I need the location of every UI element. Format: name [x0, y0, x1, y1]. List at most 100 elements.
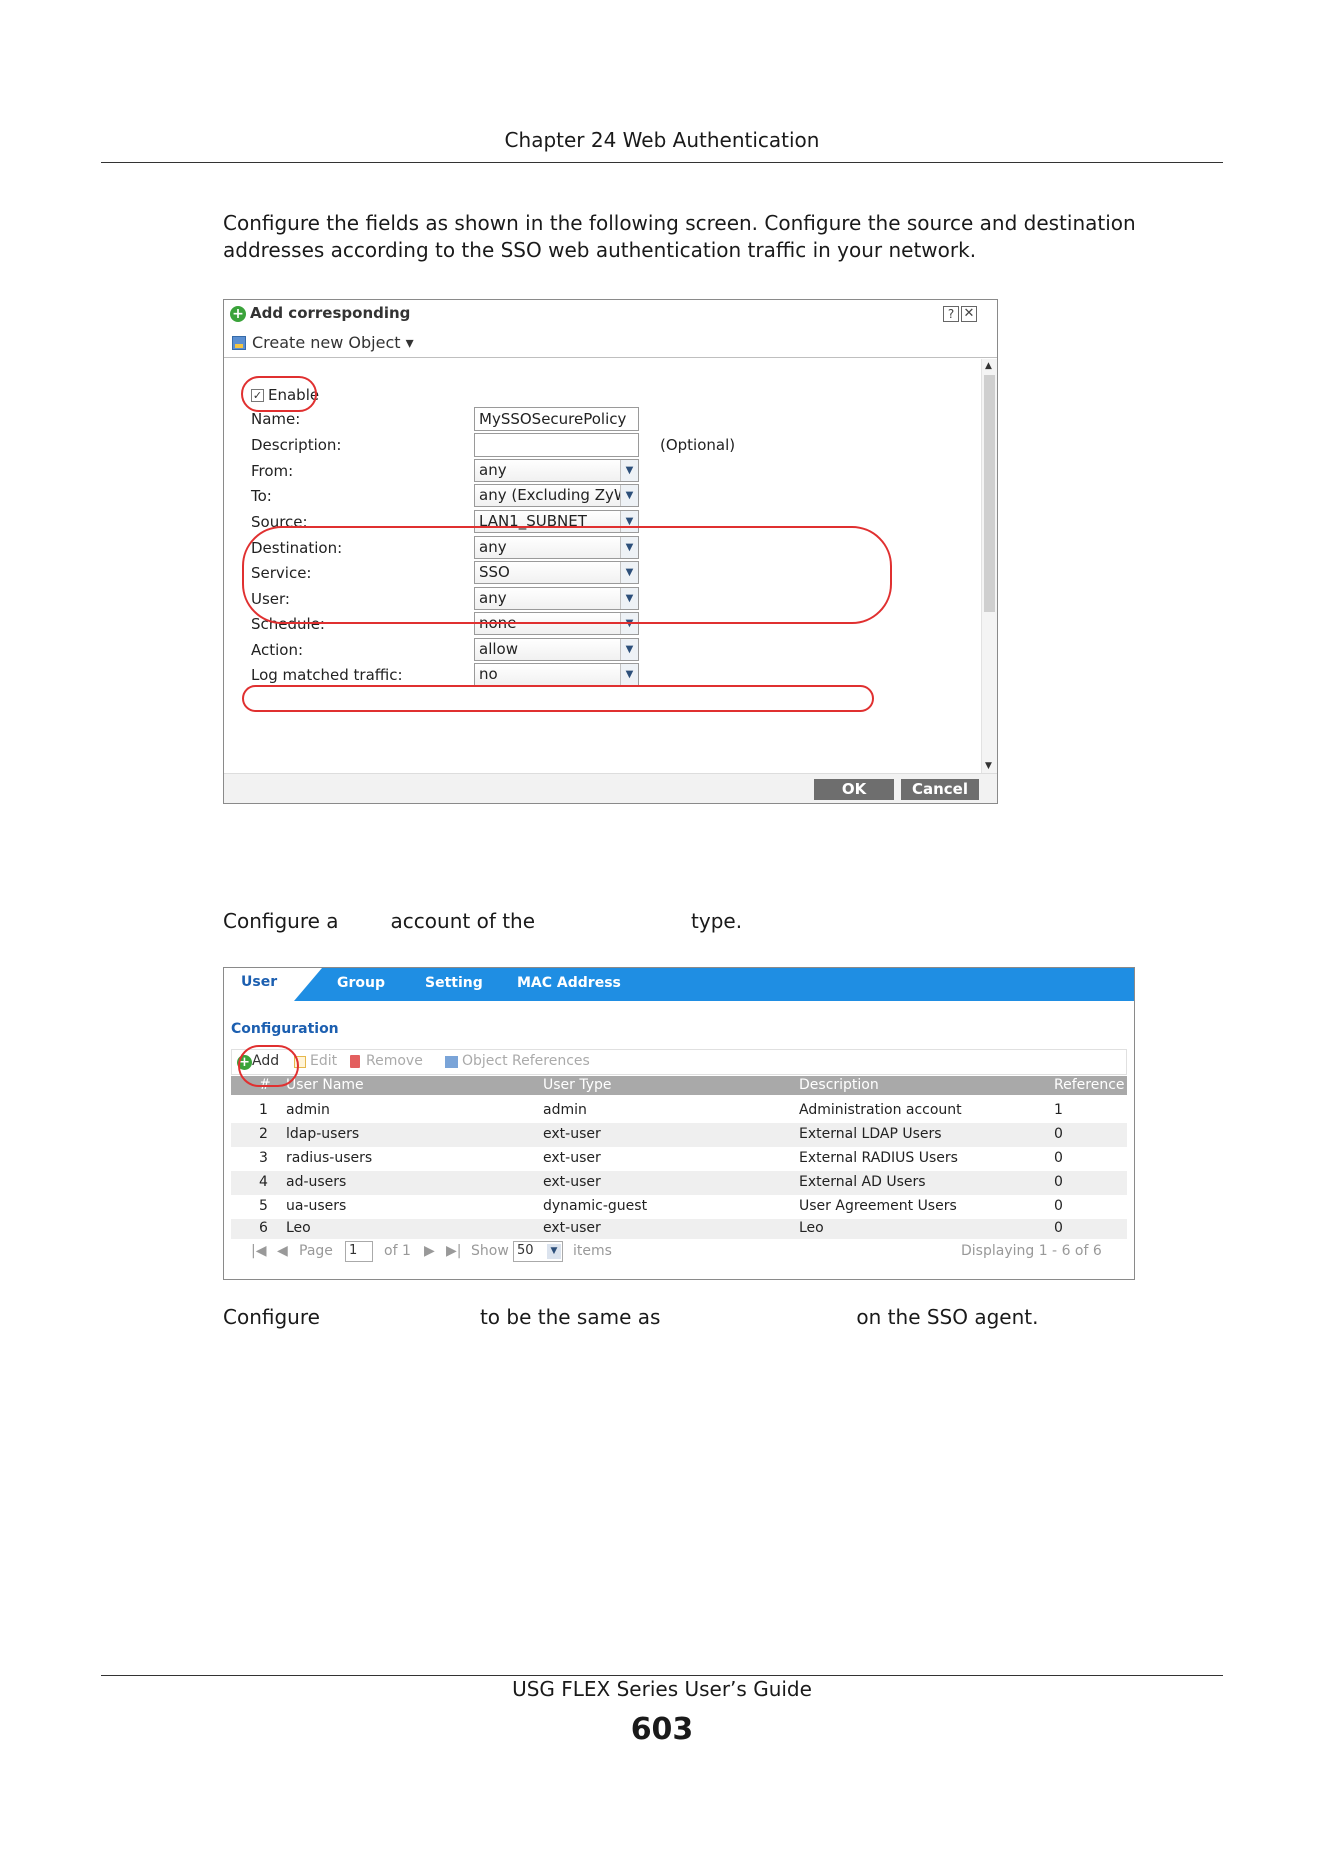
chevron-down-icon[interactable]: ▼ [620, 613, 638, 634]
table-header: # User Name User Type Description Refere… [231, 1076, 1127, 1095]
log-row: Log matched traffic: no ▼ [224, 663, 979, 689]
destination-value: any [479, 538, 507, 556]
page-size-value: 50 [517, 1243, 534, 1258]
add-policy-dialog: + Add corresponding ? ✕ Create new Objec… [223, 299, 998, 804]
description-input[interactable] [474, 433, 639, 457]
col-user-type[interactable]: User Type [543, 1077, 612, 1093]
table-row[interactable]: 6 Leo ext-user Leo 0 [231, 1219, 1127, 1239]
tab-mac-address[interactable]: MAC Address [517, 968, 621, 1001]
destination-row: Destination: any ▼ [224, 536, 979, 562]
cell-index: 6 [259, 1220, 268, 1236]
chevron-down-icon[interactable]: ▼ [620, 485, 638, 506]
dialog-title: Add corresponding [250, 304, 411, 322]
show-label: Show [471, 1243, 509, 1259]
displaying-label: Displaying 1 - 6 of 6 [961, 1243, 1102, 1259]
chevron-down-icon[interactable]: ▼ [620, 664, 638, 685]
instruction-paragraph-1: Configure the fields as shown in the fol… [223, 211, 1136, 262]
to-value: any (Excluding ZyW [479, 486, 629, 504]
first-page-icon[interactable]: |◀ [251, 1243, 266, 1259]
page-label: Page [299, 1243, 333, 1259]
col-index[interactable]: # [259, 1077, 271, 1093]
schedule-select[interactable]: none ▼ [474, 612, 639, 635]
scrollbar-thumb[interactable] [984, 375, 995, 612]
user-select[interactable]: any ▼ [474, 587, 639, 610]
from-select[interactable]: any ▼ [474, 459, 639, 482]
cell-user-name: admin [286, 1102, 330, 1118]
last-page-icon[interactable]: ▶| [446, 1243, 461, 1259]
cell-index: 5 [259, 1198, 268, 1214]
table-row[interactable]: 2 ldap-users ext-user External LDAP User… [231, 1123, 1127, 1147]
chevron-down-icon[interactable]: ▼ [620, 588, 638, 609]
table-row[interactable]: 4 ad-users ext-user External AD Users 0 [231, 1171, 1127, 1195]
edit-button[interactable]: Edit [310, 1053, 337, 1069]
dialog-scrollbar[interactable]: ▲ ▼ [981, 359, 997, 773]
scroll-up-icon[interactable]: ▲ [985, 361, 992, 371]
cancel-button[interactable]: Cancel [901, 779, 979, 800]
object-references-button[interactable]: Object References [462, 1053, 590, 1069]
destination-select[interactable]: any ▼ [474, 536, 639, 559]
tab-bar: User Group Setting MAC Address [224, 968, 1134, 1001]
table-row[interactable]: 5 ua-users dynamic-guest User Agreement … [231, 1195, 1127, 1219]
cell-description: Administration account [799, 1102, 962, 1118]
cell-description: Leo [799, 1220, 824, 1236]
scroll-down-icon[interactable]: ▼ [985, 761, 992, 771]
table-row[interactable]: 3 radius-users ext-user External RADIUS … [231, 1147, 1127, 1171]
create-new-object-menu[interactable]: Create new Object ▾ [252, 333, 414, 352]
page-size-select[interactable]: 50 ▼ [513, 1241, 563, 1262]
destination-label: Destination: [251, 539, 343, 557]
chevron-down-icon[interactable]: ▼ [620, 537, 638, 558]
add-icon[interactable]: + [237, 1055, 252, 1070]
to-select[interactable]: any (Excluding ZyW ▼ [474, 484, 639, 507]
col-description[interactable]: Description [799, 1077, 879, 1093]
prev-page-icon[interactable]: ◀ [277, 1243, 288, 1259]
close-icon[interactable]: ✕ [961, 306, 977, 322]
chevron-down-icon[interactable]: ▼ [620, 639, 638, 660]
schedule-row: Schedule: none ▼ [224, 612, 979, 638]
ok-button[interactable]: OK [814, 779, 894, 800]
cell-description: User Agreement Users [799, 1198, 957, 1214]
page-input[interactable]: 1 [345, 1241, 373, 1262]
name-input[interactable]: MySSOSecurePolicy [474, 407, 639, 431]
tab-setting[interactable]: Setting [425, 968, 483, 1001]
enable-label: Enable [268, 386, 320, 404]
guide-title: USG FLEX Series User’s Guide [512, 1677, 812, 1701]
source-select[interactable]: LAN1_SUBNET ▼ [474, 510, 639, 533]
cell-reference: 0 [1054, 1220, 1063, 1236]
from-row: From: any ▼ [224, 459, 979, 485]
table-row[interactable]: 1 admin admin Administration account 1 [231, 1099, 1127, 1123]
user-row: User: any ▼ [224, 587, 979, 613]
chapter-header: Chapter 24 Web Authentication [504, 128, 820, 152]
chevron-down-icon[interactable]: ▼ [547, 1244, 561, 1259]
cell-user-type: admin [543, 1102, 587, 1118]
p3-part-b: to be the same as [479, 1305, 661, 1329]
p2-part-a: Configure a [223, 909, 339, 933]
schedule-label: Schedule: [251, 615, 325, 633]
add-button[interactable]: Add [252, 1053, 279, 1069]
enable-checkbox[interactable]: ✓ [251, 389, 264, 402]
cell-user-name: Leo [286, 1220, 311, 1236]
cell-user-name: ldap-users [286, 1126, 360, 1142]
log-select[interactable]: no ▼ [474, 663, 639, 686]
col-reference[interactable]: Reference [1054, 1077, 1125, 1093]
pager: |◀ ◀ Page 1 of 1 ▶ ▶| Show 50 ▼ items Dis… [231, 1239, 1127, 1265]
service-select[interactable]: SSO ▼ [474, 561, 639, 584]
col-user-name[interactable]: User Name [286, 1077, 364, 1093]
chevron-down-icon[interactable]: ▼ [620, 562, 638, 583]
cell-user-type: ext-user [543, 1220, 601, 1236]
table-toolbar: + Add Edit Remove Object References [231, 1049, 1127, 1075]
chevron-down-icon[interactable]: ▼ [620, 460, 638, 481]
action-select[interactable]: allow ▼ [474, 638, 639, 661]
enable-row: ✓ Enable [224, 383, 979, 409]
tab-user[interactable]: User [224, 968, 322, 1001]
action-value: allow [479, 640, 518, 658]
chevron-down-icon[interactable]: ▼ [620, 511, 638, 532]
next-page-icon[interactable]: ▶ [424, 1243, 435, 1259]
help-icon[interactable]: ? [943, 306, 959, 322]
description-row: Description: (Optional) [224, 433, 979, 459]
p3-part-c: on the SSO agent. [856, 1305, 1039, 1329]
cell-index: 1 [259, 1102, 268, 1118]
name-row: Name: MySSOSecurePolicy [224, 407, 979, 433]
tab-group[interactable]: Group [337, 968, 385, 1001]
remove-button[interactable]: Remove [366, 1053, 423, 1069]
user-config-panel: User Group Setting MAC Address Configura… [223, 967, 1135, 1280]
